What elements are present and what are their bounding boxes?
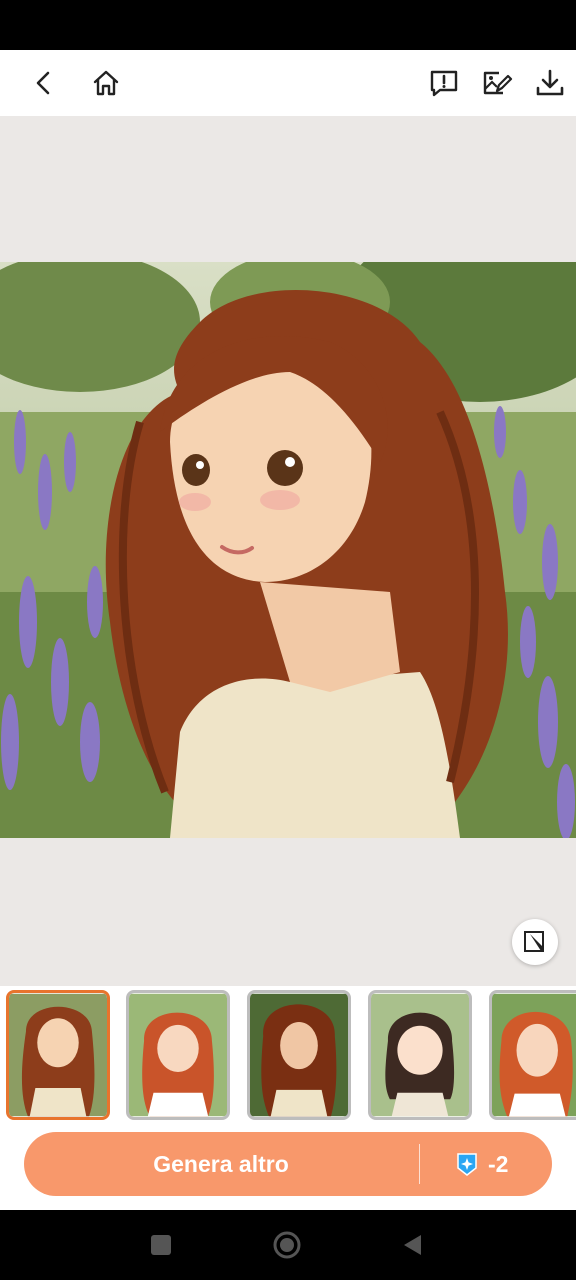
- generated-image: [0, 262, 576, 838]
- recents-button[interactable]: [144, 1228, 178, 1262]
- credit-cost-box: -2: [454, 1132, 508, 1196]
- generate-more-button[interactable]: Genera altro -2: [24, 1132, 552, 1196]
- style-thumbnail-strip: [0, 986, 576, 1128]
- thumbnail-5-image: [492, 993, 576, 1117]
- home-button[interactable]: [84, 61, 128, 105]
- edit-icon: [524, 931, 544, 952]
- triangle-left-icon: [404, 1235, 421, 1255]
- edit-fab-button[interactable]: [512, 919, 558, 965]
- home-icon: [93, 70, 119, 96]
- back-button[interactable]: [22, 61, 66, 105]
- circle-icon: [273, 1231, 301, 1259]
- system-navigation-bar: [0, 1210, 576, 1280]
- generate-more-label: Genera altro: [153, 1151, 289, 1177]
- credit-gem-icon: [457, 1153, 477, 1176]
- thumbnail-5[interactable]: [489, 990, 576, 1120]
- portrait-illustration: [0, 262, 576, 838]
- thumbnail-3[interactable]: [247, 990, 351, 1120]
- system-back-button[interactable]: [396, 1228, 430, 1262]
- download-icon: [536, 69, 564, 96]
- square-icon: [151, 1235, 171, 1255]
- top-bar: [0, 50, 576, 116]
- thumbnail-2-image: [129, 993, 227, 1117]
- divider: [419, 1144, 420, 1184]
- thumbnail-4[interactable]: [368, 990, 472, 1120]
- edit-image-button[interactable]: [475, 61, 519, 105]
- system-home-button[interactable]: [270, 1228, 304, 1262]
- credit-cost-value: -2: [488, 1150, 509, 1177]
- thumbnail-3-image: [250, 993, 348, 1117]
- thumbnail-1[interactable]: [6, 990, 110, 1120]
- thumbnail-1-image: [9, 993, 107, 1117]
- thumbnail-4-image: [371, 993, 469, 1117]
- image-edit-icon: [483, 71, 513, 95]
- thumbnail-2[interactable]: [126, 990, 230, 1120]
- download-button[interactable]: [528, 61, 572, 105]
- status-bar: [0, 0, 576, 50]
- chevron-left-icon: [36, 71, 50, 95]
- report-button[interactable]: [422, 61, 466, 105]
- feedback-alert-icon: [430, 70, 458, 97]
